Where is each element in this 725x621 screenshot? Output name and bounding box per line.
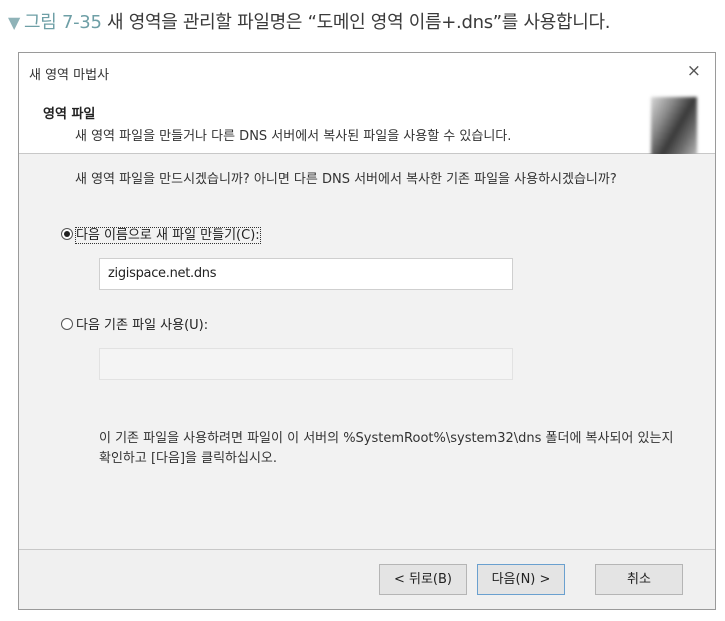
cancel-button[interactable]: 취소 (595, 564, 683, 595)
create-new-file-radio[interactable]: 다음 이름으로 새 파일 만들기(C): (61, 224, 261, 244)
window-title: 새 영역 마법사 (29, 68, 110, 83)
use-existing-file-radio[interactable]: 다음 기존 파일 사용(U): (61, 314, 208, 333)
page-subtitle: 새 영역 파일을 만들거나 다른 DNS 서버에서 복사된 파일을 사용할 수 … (75, 129, 512, 144)
figure-number: 그림 7-35 (24, 12, 102, 33)
wizard-banner-image (651, 97, 697, 157)
existing-file-input[interactable] (99, 348, 513, 380)
create-new-file-label: 다음 이름으로 새 파일 만들기(C): (75, 227, 261, 244)
page-title: 영역 파일 (43, 107, 96, 122)
wizard-content: 새 영역 파일을 만드시겠습니까? 아니면 다른 DNS 서버에서 복사한 기존… (19, 154, 715, 549)
wizard-footer: < 뒤로(B) 다음(N) > 취소 (19, 549, 715, 609)
caption-text: 새 영역을 관리할 파일명은 “도메인 영역 이름+.dns”를 사용합니다. (107, 12, 611, 33)
back-button[interactable]: < 뒤로(B) (379, 564, 467, 595)
figure-caption: ▼ 그림 7-35 새 영역을 관리할 파일명은 “도메인 영역 이름+.dns”… (8, 8, 723, 38)
new-zone-wizard-dialog: 새 영역 마법사 × 영역 파일 새 영역 파일을 만들거나 다른 DNS 서버… (18, 52, 716, 610)
new-file-name-input[interactable]: zigispace.net.dns (99, 258, 513, 290)
radio-selected-icon (61, 228, 73, 240)
triangle-icon: ▼ (8, 13, 21, 32)
use-existing-file-label: 다음 기존 파일 사용(U): (76, 318, 209, 333)
next-button[interactable]: 다음(N) > (477, 564, 565, 595)
close-icon[interactable]: × (687, 61, 701, 81)
wizard-header: 영역 파일 새 영역 파일을 만들거나 다른 DNS 서버에서 복사된 파일을 … (19, 91, 715, 157)
info-note: 이 기존 파일을 사용하려면 파일이 이 서버의 %SystemRoot%\sy… (99, 431, 674, 466)
radio-unselected-icon (61, 318, 73, 330)
question-text: 새 영역 파일을 만드시겠습니까? 아니면 다른 DNS 서버에서 복사한 기존… (75, 172, 617, 187)
title-bar: 새 영역 마법사 × (19, 53, 715, 91)
